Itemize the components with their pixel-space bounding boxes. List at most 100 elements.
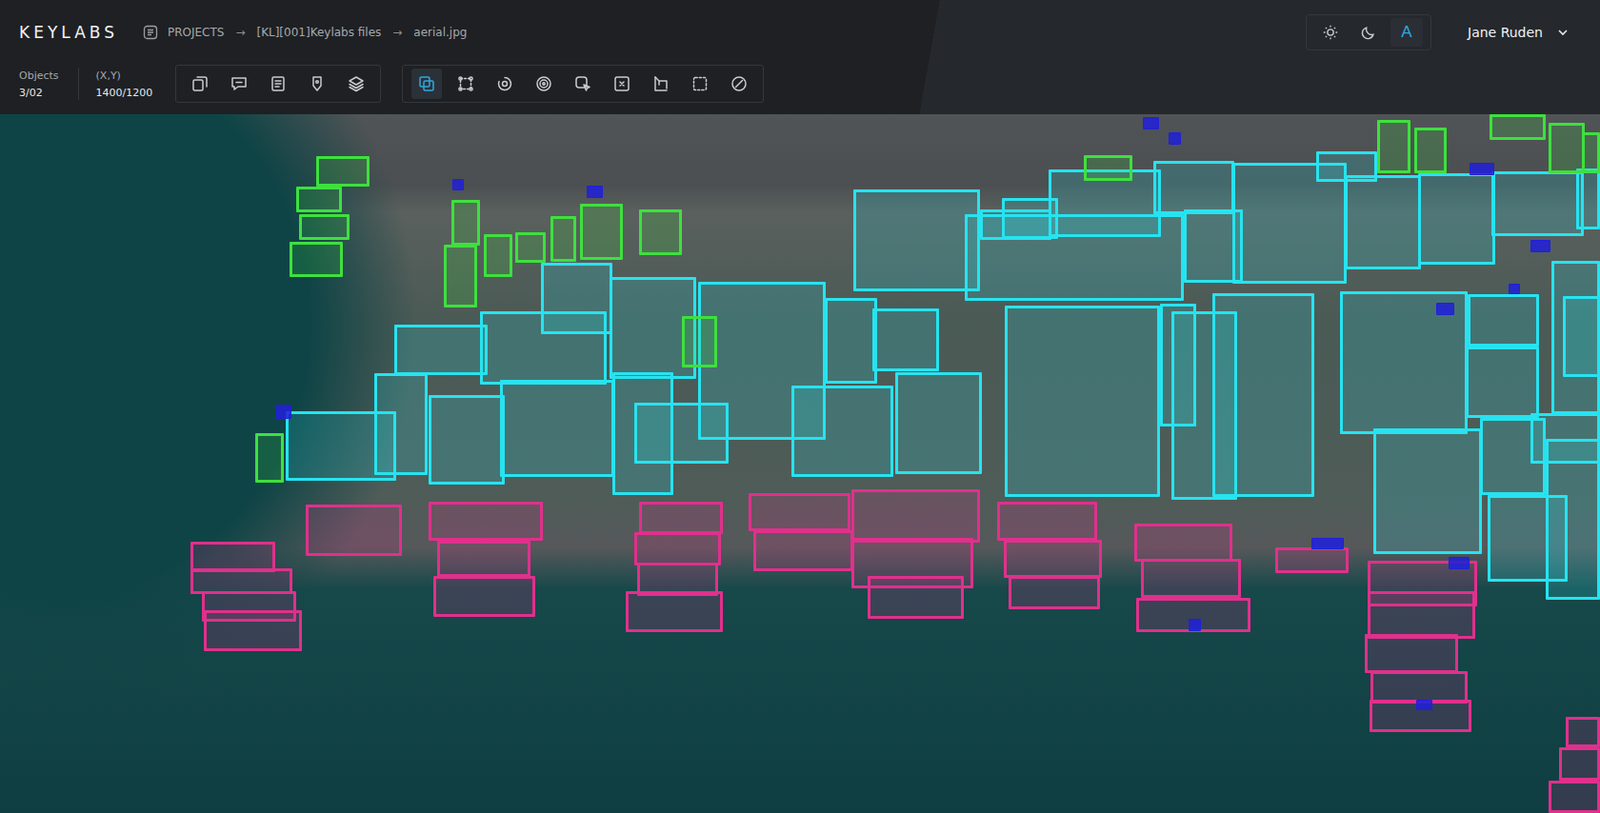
building-annotation[interactable] bbox=[1418, 173, 1495, 265]
boat-annotation[interactable] bbox=[639, 501, 723, 535]
car-annotation[interactable] bbox=[1414, 127, 1447, 174]
breadcrumb-item[interactable]: PROJECTS bbox=[167, 25, 224, 40]
boat-annotation[interactable] bbox=[1565, 717, 1600, 748]
building-annotation[interactable] bbox=[895, 372, 982, 475]
boat-annotation[interactable] bbox=[867, 576, 965, 620]
comment-tool-button[interactable] bbox=[223, 68, 255, 100]
clear-tool-button[interactable] bbox=[723, 68, 755, 100]
building-annotation[interactable] bbox=[964, 214, 1184, 301]
boat-annotation[interactable] bbox=[203, 610, 302, 652]
car-annotation[interactable] bbox=[299, 214, 351, 240]
car-annotation[interactable] bbox=[316, 156, 370, 187]
marker-annotation[interactable] bbox=[1188, 619, 1201, 632]
car-annotation[interactable] bbox=[1581, 132, 1600, 174]
moon-theme-button[interactable] bbox=[1352, 18, 1385, 47]
list-tool-button[interactable] bbox=[262, 68, 294, 100]
boat-annotation[interactable] bbox=[1003, 540, 1102, 580]
car-annotation[interactable] bbox=[289, 241, 343, 279]
boat-annotation[interactable] bbox=[433, 576, 536, 618]
building-annotation[interactable] bbox=[1183, 209, 1243, 283]
cuboid-tool-button[interactable] bbox=[645, 68, 677, 100]
building-annotation[interactable] bbox=[1344, 175, 1421, 270]
breadcrumb-item[interactable]: aerial.jpg bbox=[413, 25, 467, 40]
building-annotation[interactable] bbox=[824, 298, 879, 384]
building-annotation[interactable] bbox=[1530, 413, 1600, 465]
boat-annotation[interactable] bbox=[305, 504, 402, 557]
building-annotation[interactable] bbox=[1576, 168, 1600, 230]
select-tool-button[interactable] bbox=[684, 68, 716, 100]
boat-annotation[interactable] bbox=[428, 501, 543, 541]
car-annotation[interactable] bbox=[580, 203, 623, 260]
building-annotation[interactable] bbox=[1465, 346, 1540, 419]
building-annotation[interactable] bbox=[285, 411, 397, 481]
car-annotation[interactable] bbox=[1489, 114, 1546, 140]
boat-annotation[interactable] bbox=[1548, 780, 1600, 813]
tag-tool-button[interactable] bbox=[301, 68, 333, 100]
building-annotation[interactable] bbox=[500, 380, 615, 479]
boat-annotation[interactable] bbox=[1367, 591, 1477, 639]
car-annotation[interactable] bbox=[1548, 122, 1585, 175]
marker-annotation[interactable] bbox=[452, 179, 465, 192]
boat-annotation[interactable] bbox=[1275, 547, 1349, 574]
car-annotation[interactable] bbox=[296, 186, 342, 213]
boat-annotation[interactable] bbox=[625, 591, 723, 633]
car-annotation[interactable] bbox=[639, 209, 682, 256]
boat-annotation[interactable] bbox=[1134, 523, 1233, 563]
building-annotation[interactable] bbox=[853, 189, 980, 292]
marker-annotation[interactable] bbox=[1168, 132, 1181, 145]
boat-annotation[interactable] bbox=[997, 501, 1098, 541]
building-annotation[interactable] bbox=[428, 395, 505, 485]
marker-annotation[interactable] bbox=[1142, 117, 1160, 130]
car-annotation[interactable] bbox=[681, 316, 719, 368]
car-annotation[interactable] bbox=[1377, 120, 1410, 174]
car-annotation[interactable] bbox=[1083, 155, 1133, 181]
building-annotation[interactable] bbox=[1373, 428, 1482, 555]
boat-annotation[interactable] bbox=[1559, 747, 1600, 780]
boat-annotation[interactable] bbox=[748, 493, 851, 533]
magic-tool-button[interactable] bbox=[606, 68, 638, 100]
building-annotation[interactable] bbox=[1467, 294, 1540, 348]
building-annotation[interactable] bbox=[394, 324, 489, 377]
marker-annotation[interactable] bbox=[275, 404, 292, 420]
boat-annotation[interactable] bbox=[851, 489, 980, 543]
building-annotation[interactable] bbox=[1004, 305, 1160, 497]
building-annotation[interactable] bbox=[1153, 160, 1236, 215]
marker-annotation[interactable] bbox=[1508, 283, 1521, 295]
boat-annotation[interactable] bbox=[190, 568, 293, 595]
box-tool-button[interactable] bbox=[411, 68, 442, 100]
car-annotation[interactable] bbox=[550, 216, 578, 262]
crop-tool-button[interactable] bbox=[184, 68, 216, 100]
building-annotation[interactable] bbox=[872, 308, 940, 372]
car-annotation[interactable] bbox=[515, 232, 546, 263]
brush-tool-button[interactable] bbox=[567, 68, 599, 100]
marker-annotation[interactable] bbox=[1530, 240, 1551, 253]
boat-annotation[interactable] bbox=[1008, 576, 1100, 609]
building-annotation[interactable] bbox=[1491, 171, 1583, 237]
marker-annotation[interactable] bbox=[1416, 700, 1433, 711]
breadcrumb-item[interactable]: [KL][001]Keylabs files bbox=[256, 25, 381, 40]
car-annotation[interactable] bbox=[255, 433, 284, 482]
building-annotation[interactable] bbox=[540, 262, 613, 335]
boat-annotation[interactable] bbox=[1364, 634, 1460, 674]
image-canvas[interactable] bbox=[0, 114, 1600, 813]
building-annotation[interactable] bbox=[1212, 293, 1315, 498]
marker-annotation[interactable] bbox=[1311, 538, 1344, 551]
marker-annotation[interactable] bbox=[1436, 302, 1455, 316]
marker-annotation[interactable] bbox=[1469, 162, 1495, 176]
points-tool-button[interactable] bbox=[450, 68, 481, 100]
boat-annotation[interactable] bbox=[634, 532, 721, 565]
boat-annotation[interactable] bbox=[437, 540, 532, 579]
user-menu[interactable]: Jane Ruden bbox=[1467, 24, 1570, 40]
keypoints-tool-button[interactable] bbox=[528, 68, 560, 100]
logo[interactable]: KEYLABS bbox=[19, 22, 119, 42]
polygon-tool-button[interactable] bbox=[489, 68, 520, 100]
building-annotation[interactable] bbox=[1562, 296, 1600, 379]
car-annotation[interactable] bbox=[451, 200, 480, 246]
marker-annotation[interactable] bbox=[586, 185, 603, 199]
boat-annotation[interactable] bbox=[1140, 559, 1241, 599]
marker-annotation[interactable] bbox=[1448, 557, 1469, 570]
building-annotation[interactable] bbox=[791, 385, 894, 478]
car-annotation[interactable] bbox=[443, 244, 478, 308]
boat-annotation[interactable] bbox=[753, 530, 854, 572]
car-annotation[interactable] bbox=[483, 234, 513, 278]
